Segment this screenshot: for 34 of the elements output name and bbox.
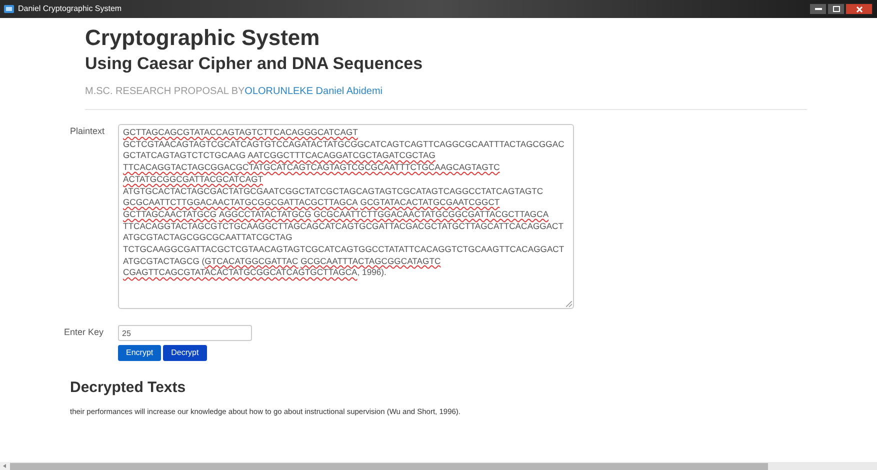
plaintext-line: GCTTAGCAACTATGCG AGGCCTATACTATGCG GCGCAATTCTTGGACAACTATGCGGCGATTACGCTTAGCA bbox=[123, 208, 549, 221]
result-heading: Decrypted Texts bbox=[69, 378, 186, 398]
plaintext-line: ACTATGCGGCGATTACGCATCAGT bbox=[123, 174, 264, 186]
scrollbar-thumb[interactable] bbox=[10, 462, 768, 470]
plaintext-line: ATGCGTACTAGCGGCGCAATTATCGCTAG bbox=[123, 232, 292, 244]
plaintext-line: CGAGTTCAGCGTATACACTATGCGGCATCAGTGCTTAGCA, 1996). bbox=[123, 267, 386, 280]
plaintext-line: GCTTAGCAGCGTATACCAGTAGTCTTCACAGGGCATCAGT bbox=[123, 127, 358, 139]
maximize-button[interactable] bbox=[827, 3, 845, 15]
scroll-left-icon[interactable] bbox=[0, 462, 10, 470]
horizontal-scrollbar[interactable] bbox=[0, 462, 877, 470]
author-name: OLORUNLEKE Daniel Abidemi bbox=[244, 85, 383, 99]
key-field[interactable]: 25 bbox=[118, 325, 252, 341]
key-label: Enter Key bbox=[64, 326, 105, 340]
plaintext-line: TCTGCAAGGCGATTACGCTCGTAACAGTAGTCGCATCAGTGGCCTATATTCACAGGTCTGCAAGTTCACAGGACT bbox=[123, 244, 564, 256]
close-button[interactable] bbox=[845, 3, 873, 15]
encrypt-button[interactable]: Encrypt bbox=[118, 345, 162, 361]
plaintext-line: ATGTGCACTACTAGCGACTATGCGAATCGGCTATCGCTAGCAGTAGTCGCATAGTCAGGCCTATCAGTAGTC bbox=[123, 186, 544, 198]
decrypt-button[interactable]: Decrypt bbox=[163, 345, 207, 361]
plaintext-line: TTCACAGGTACTAGCGTCTGCAAGGCTTAGCAGCATCAGTGCGATTACGACGCTATGCTTAGCATTCACAGGACT bbox=[123, 220, 564, 232]
window-title: Daniel Cryptographic System bbox=[18, 3, 122, 15]
plaintext-field[interactable] bbox=[118, 124, 574, 309]
plaintext-line: GCGCAATTCTTGGACAACTATGCGGCGATTACGCTTAGCA GCGTATACACTATGCGAATCGGCT bbox=[123, 197, 500, 209]
plaintext-line: GCTCGTAACAGTAGTCGCATCAGTGTCCAGATACTATGCGGCATCAGTCAGTTCAGGCGCAATTTACTAGCGGAC bbox=[123, 138, 564, 150]
plaintext-line: ATGCGTACTAGCG (GTCACATGGCGATTAC GCGCAATTTACTAGCGGCATAGTC bbox=[123, 256, 441, 268]
close-icon bbox=[856, 6, 862, 12]
page-subtitle: Using Caesar Cipher and DNA Sequences bbox=[85, 53, 424, 75]
plaintext-label: Plaintext bbox=[70, 125, 104, 138]
plaintext-line: GCTATCAGTAGTCTCTGCAAG AATCGGCTTTCACAGGATCGCTAGATCGCTAG bbox=[123, 150, 436, 162]
minimize-button[interactable] bbox=[809, 3, 827, 15]
byline: M.SC. RESEARCH PROPOSAL BY bbox=[85, 85, 245, 99]
plaintext-line: TTCACAGGTACTAGCGGACGCTATGCATCAGTCAGTAGTCGCGCAATTTCTGCAAGCAGTAGTC bbox=[123, 162, 500, 174]
page-title: Cryptographic System bbox=[85, 24, 321, 52]
resize-grip-icon[interactable] bbox=[566, 301, 572, 307]
app-icon bbox=[4, 4, 14, 14]
